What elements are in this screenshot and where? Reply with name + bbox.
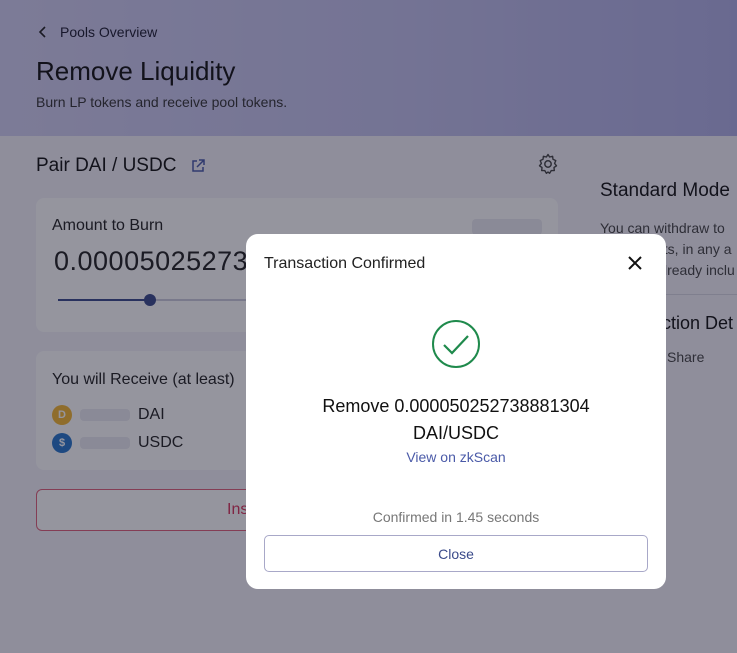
remove-summary-pair: DAI/USDC	[412, 423, 499, 443]
remove-summary: Remove 0.000050252738881304 DAI/USDC	[246, 393, 666, 447]
transaction-confirmed-modal: Transaction Confirmed Remove 0.000050252…	[246, 234, 666, 589]
remove-summary-amount: Remove 0.000050252738881304	[322, 396, 590, 416]
close-icon[interactable]	[625, 253, 645, 273]
close-button[interactable]: Close	[264, 535, 648, 572]
confirmation-time: Confirmed in 1.45 seconds	[372, 509, 540, 525]
check-circle-icon	[432, 320, 480, 368]
modal-title: Transaction Confirmed	[264, 255, 426, 272]
view-on-zkscan-link[interactable]: View on zkScan	[246, 449, 666, 465]
